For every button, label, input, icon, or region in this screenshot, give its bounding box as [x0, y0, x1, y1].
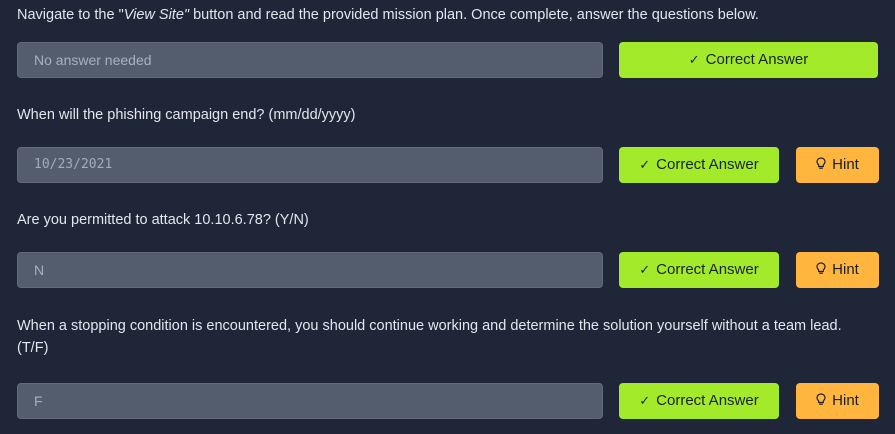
correct-answer-button-4[interactable]: ✓ Correct Answer: [619, 383, 779, 419]
lightbulb-icon: [816, 393, 826, 405]
question-2-text: When will the phishing campaign end? (mm…: [17, 107, 356, 123]
hint-button-2[interactable]: Hint: [796, 147, 879, 183]
lightbulb-icon: [816, 157, 826, 169]
question-1-text-start: Navigate to the ": [17, 7, 124, 23]
answer-field-3[interactable]: N: [17, 252, 603, 288]
answer-field-4[interactable]: F: [17, 383, 603, 419]
hint-label-3: Hint: [832, 261, 859, 278]
question-1-text-end: button and read the provided mission pla…: [189, 7, 759, 23]
answer-field-1[interactable]: No answer needed: [17, 42, 603, 78]
check-icon: ✓: [639, 157, 651, 172]
answer-field-2[interactable]: 10/23/2021: [17, 147, 603, 183]
question-4-text: When a stopping condition is encountered…: [17, 318, 842, 356]
hint-button-3[interactable]: Hint: [796, 252, 879, 288]
answer-value-1: No answer needed: [34, 52, 152, 68]
check-icon: ✓: [639, 393, 651, 408]
correct-answer-label-4: Correct Answer: [656, 392, 759, 409]
correct-answer-button-2[interactable]: ✓ Correct Answer: [619, 147, 779, 183]
check-icon: ✓: [639, 262, 651, 277]
check-icon: ✓: [688, 52, 700, 67]
correct-answer-label-2: Correct Answer: [656, 156, 759, 173]
question-1-text: Navigate to the "View Site" button and r…: [17, 4, 877, 26]
hint-button-4[interactable]: Hint: [796, 383, 879, 419]
lightbulb-icon: [816, 262, 826, 274]
view-site-reference: View Site": [123, 7, 190, 23]
question-3-text: Are you permitted to attack 10.10.6.78? …: [17, 212, 309, 228]
correct-answer-label-1: Correct Answer: [705, 51, 809, 68]
answer-value-2: 10/23/2021: [34, 157, 113, 172]
correct-answer-button-1[interactable]: ✓ Correct Answer: [619, 42, 878, 78]
hint-label-4: Hint: [832, 392, 859, 409]
answer-value-3: N: [34, 262, 45, 278]
hint-label-2: Hint: [832, 156, 859, 173]
correct-answer-button-3[interactable]: ✓ Correct Answer: [619, 252, 779, 288]
answer-value-4: F: [34, 393, 43, 409]
correct-answer-label-3: Correct Answer: [656, 261, 759, 278]
